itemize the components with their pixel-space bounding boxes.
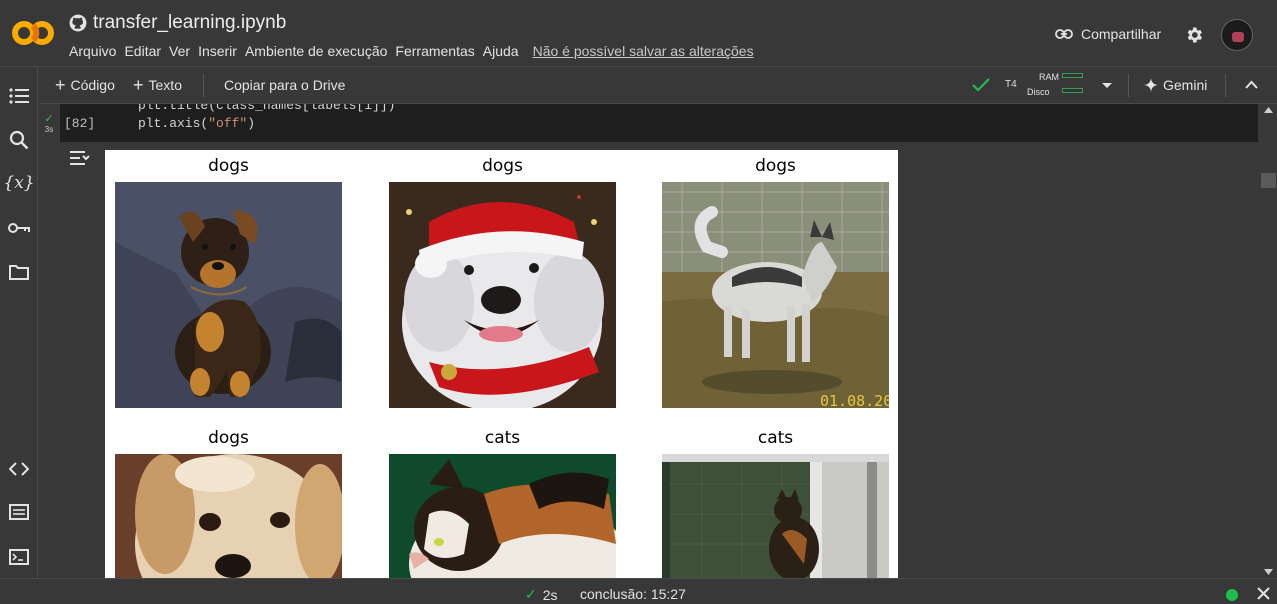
add-code-button[interactable]: + Código — [55, 75, 115, 95]
scroll-up-arrow-icon[interactable] — [1264, 107, 1273, 113]
notebook-title[interactable]: transfer_learning.ipynb — [93, 12, 286, 34]
terminal-icon[interactable] — [8, 546, 30, 568]
chevron-up-icon[interactable] — [1245, 80, 1258, 89]
github-icon — [69, 14, 87, 32]
gemini-label: Gemini — [1163, 77, 1208, 93]
dog-photo — [115, 182, 342, 408]
panel-title: dogs — [482, 156, 523, 176]
colab-logo[interactable] — [12, 18, 54, 48]
dog-photo — [115, 454, 342, 578]
link-icon — [1055, 29, 1073, 39]
folder-icon[interactable] — [8, 261, 30, 283]
execution-count: [82] — [64, 116, 96, 131]
save-warning-link[interactable]: Não é possível salvar as alterações — [533, 43, 754, 59]
connected-check-icon[interactable] — [972, 78, 990, 92]
ram-label: RAM — [1039, 72, 1059, 82]
search-icon[interactable] — [8, 129, 30, 151]
toolbar-divider — [1128, 74, 1129, 97]
runtime-type[interactable]: T4 — [1005, 79, 1017, 90]
add-text-label: Texto — [148, 77, 182, 93]
copy-to-drive-label: Copiar para o Drive — [224, 77, 346, 93]
notebook-area: ✓ 3s [82] plt.title(class_names[labels[i… — [39, 104, 1260, 578]
panel-title: cats — [484, 428, 521, 448]
cell-run-status[interactable]: ✓ 3s — [39, 112, 59, 134]
gemini-sparkle-icon — [1144, 78, 1158, 92]
code-snippets-icon[interactable] — [8, 458, 30, 480]
menu-ajuda[interactable]: Ajuda — [483, 43, 519, 59]
cell-run-time: 3s — [44, 125, 54, 134]
disk-label: Disco — [1027, 87, 1050, 97]
top-bar: transfer_learning.ipynb Arquivo Editar V… — [0, 0, 1277, 67]
panel-title: cats — [757, 428, 794, 448]
panel-title: dogs — [755, 156, 796, 176]
share-label: Compartilhar — [1081, 26, 1162, 42]
dog-photo — [389, 182, 616, 408]
scrollbar-thumb[interactable] — [1261, 173, 1276, 188]
panel-title: dogs — [208, 428, 249, 448]
code-line-2: plt.axis("off") — [138, 116, 256, 131]
plus-icon: + — [55, 75, 66, 95]
menu-ambiente-execucao[interactable]: Ambiente de execução — [245, 43, 387, 59]
menu-arquivo[interactable]: Arquivo — [69, 43, 116, 59]
menu-editar[interactable]: Editar — [124, 43, 161, 59]
menu-inserir[interactable]: Inserir — [198, 43, 237, 59]
menu-ferramentas[interactable]: Ferramentas — [395, 43, 474, 59]
ram-usage-bar[interactable] — [1062, 73, 1083, 78]
output-actions-icon[interactable] — [69, 150, 91, 168]
cat-photo — [662, 454, 889, 578]
key-icon[interactable] — [8, 217, 30, 239]
toolbar-divider — [1225, 74, 1226, 97]
dog-photo: 01.08.20 — [662, 182, 889, 408]
settings-gear-icon[interactable] — [1184, 25, 1204, 45]
panel-title: dogs — [208, 156, 249, 176]
execution-status[interactable]: ✓ 2s — [525, 586, 558, 603]
cat-photo — [389, 454, 616, 578]
code-cell[interactable]: [82] plt.title(class_names[labels[i]]) p… — [60, 104, 1258, 142]
status-bar: ✓ 2s conclusão: 15:27 — [0, 578, 1277, 604]
user-avatar[interactable] — [1221, 19, 1253, 51]
menu-bar: Arquivo Editar Ver Inserir Ambiente de e… — [69, 43, 762, 59]
completion-time: conclusão: 15:27 — [580, 586, 686, 602]
matplotlib-figure: dogs dogs dogs 01.08.20 dogs cats cats — [105, 150, 898, 578]
menu-ver[interactable]: Ver — [169, 43, 190, 59]
dropdown-caret-icon[interactable] — [1101, 82, 1113, 90]
check-icon: ✓ — [44, 113, 54, 125]
close-icon[interactable] — [1257, 587, 1270, 600]
left-sidebar: {𝑥} — [0, 67, 38, 578]
disk-usage-bar[interactable] — [1062, 88, 1083, 93]
gemini-button[interactable]: Gemini — [1144, 77, 1207, 93]
copy-to-drive-button[interactable]: Copiar para o Drive — [224, 77, 345, 93]
runtime-connected-indicator[interactable] — [1226, 589, 1238, 601]
variables-icon[interactable]: {𝑥} — [3, 172, 34, 194]
code-line-1: plt.title(class_names[labels[i]]) — [138, 104, 396, 113]
table-of-contents-icon[interactable] — [8, 85, 30, 107]
photo-timestamp: 01.08.20 — [820, 392, 889, 408]
check-icon: ✓ — [525, 586, 537, 602]
share-button[interactable]: Compartilhar — [1055, 26, 1161, 42]
add-code-label: Código — [70, 77, 115, 93]
command-palette-icon[interactable] — [8, 501, 30, 523]
scroll-down-arrow-icon[interactable] — [1264, 569, 1273, 575]
notebook-toolbar: + Código + Texto Copiar para o Drive T4 … — [39, 67, 1277, 104]
elapsed-time: 2s — [542, 586, 558, 603]
toolbar-divider — [203, 74, 204, 97]
vertical-scrollbar[interactable] — [1260, 104, 1277, 578]
add-text-button[interactable]: + Texto — [133, 75, 182, 95]
plus-icon: + — [133, 75, 144, 95]
